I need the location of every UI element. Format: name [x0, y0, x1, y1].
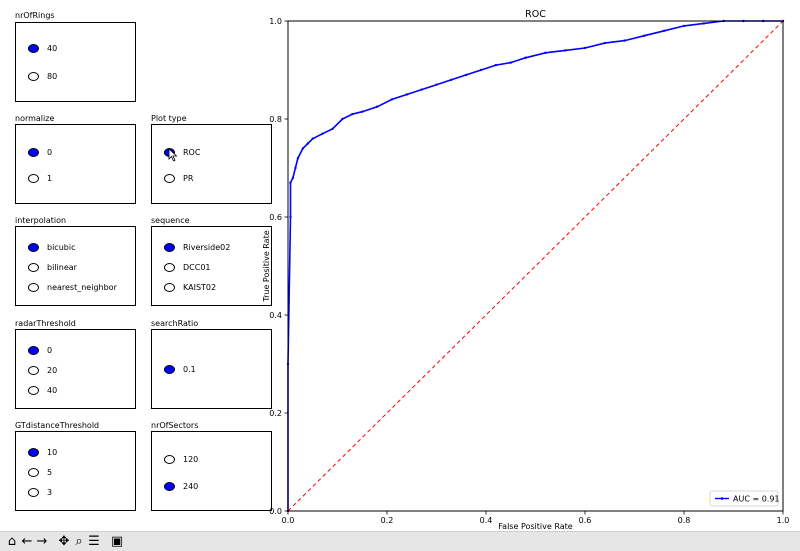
series-point — [420, 88, 423, 91]
x-tick-label: 1.0 — [777, 516, 790, 525]
series-point — [289, 181, 292, 184]
series-point — [603, 41, 606, 45]
series-point — [465, 73, 468, 77]
series-point — [311, 137, 314, 140]
y-tick-label: 0.6 — [269, 213, 282, 222]
series-point — [524, 56, 527, 59]
x-tick-label: 0.0 — [282, 516, 295, 525]
series-point — [331, 127, 334, 130]
series-point — [682, 24, 686, 28]
x-tick-label: 0.8 — [678, 516, 691, 525]
series-line-1 — [287, 20, 784, 512]
series-point — [583, 46, 587, 50]
y-axis-label: True Positive Rate — [262, 230, 271, 302]
mouse-cursor-icon — [168, 148, 178, 162]
x-axis-label: False Positive Rate — [498, 522, 572, 531]
x-tick-label: 0.4 — [480, 516, 493, 525]
series-point — [643, 34, 646, 37]
series-point — [375, 105, 379, 108]
x-tick-label: 0.6 — [579, 516, 592, 525]
series-point — [564, 49, 567, 52]
series-point — [663, 29, 666, 32]
save-icon[interactable]: ▣ — [109, 534, 125, 550]
series-line-0 — [287, 20, 783, 511]
series-point — [479, 68, 483, 72]
chart-title: ROC — [525, 9, 546, 20]
series-point — [294, 166, 297, 170]
navigation-toolbar: ⌂ ← → ✥ ⌕ ☰ ▣ — [0, 531, 800, 551]
series-point — [289, 215, 292, 219]
series-point — [296, 157, 300, 160]
y-tick-label: 0.0 — [269, 507, 282, 516]
y-tick-label: 1.0 — [269, 17, 282, 26]
series-point — [291, 176, 295, 179]
y-tick-label: 0.8 — [269, 115, 282, 124]
series-point — [544, 51, 547, 55]
series-point — [405, 93, 408, 96]
y-tick-label: 0.4 — [269, 311, 282, 320]
series-point — [509, 61, 512, 64]
forward-icon[interactable]: → — [34, 534, 50, 550]
plot-frame — [287, 20, 784, 512]
series-point — [351, 112, 354, 116]
series-point — [341, 117, 344, 121]
series-point — [450, 78, 453, 82]
series-point — [306, 142, 309, 145]
series-point — [623, 39, 626, 42]
legend-swatch-marker — [720, 497, 724, 500]
home-icon[interactable]: ⌂ — [4, 534, 20, 550]
series-point — [361, 110, 364, 113]
roc-chart: 0.0 0.2 0.4 0.6 0.8 1.0 0.0 0.2 0.4 0.6 0.8 1.0 ROC F… — [262, 9, 790, 531]
zoom-icon[interactable]: ⌕ — [71, 534, 87, 550]
legend-label: AUC = 0.91 — [733, 495, 780, 504]
x-tick-label: 0.2 — [381, 516, 394, 525]
series-point — [702, 22, 705, 25]
pan-icon[interactable]: ✥ — [56, 534, 72, 550]
series-point — [301, 147, 305, 150]
series-point — [435, 83, 438, 86]
back-icon[interactable]: ← — [19, 534, 35, 550]
series-point — [494, 63, 498, 67]
series-point — [321, 132, 324, 135]
series-point — [390, 98, 394, 101]
configure-subplots-icon[interactable]: ☰ — [86, 534, 102, 550]
y-tick-label: 0.2 — [269, 409, 282, 418]
